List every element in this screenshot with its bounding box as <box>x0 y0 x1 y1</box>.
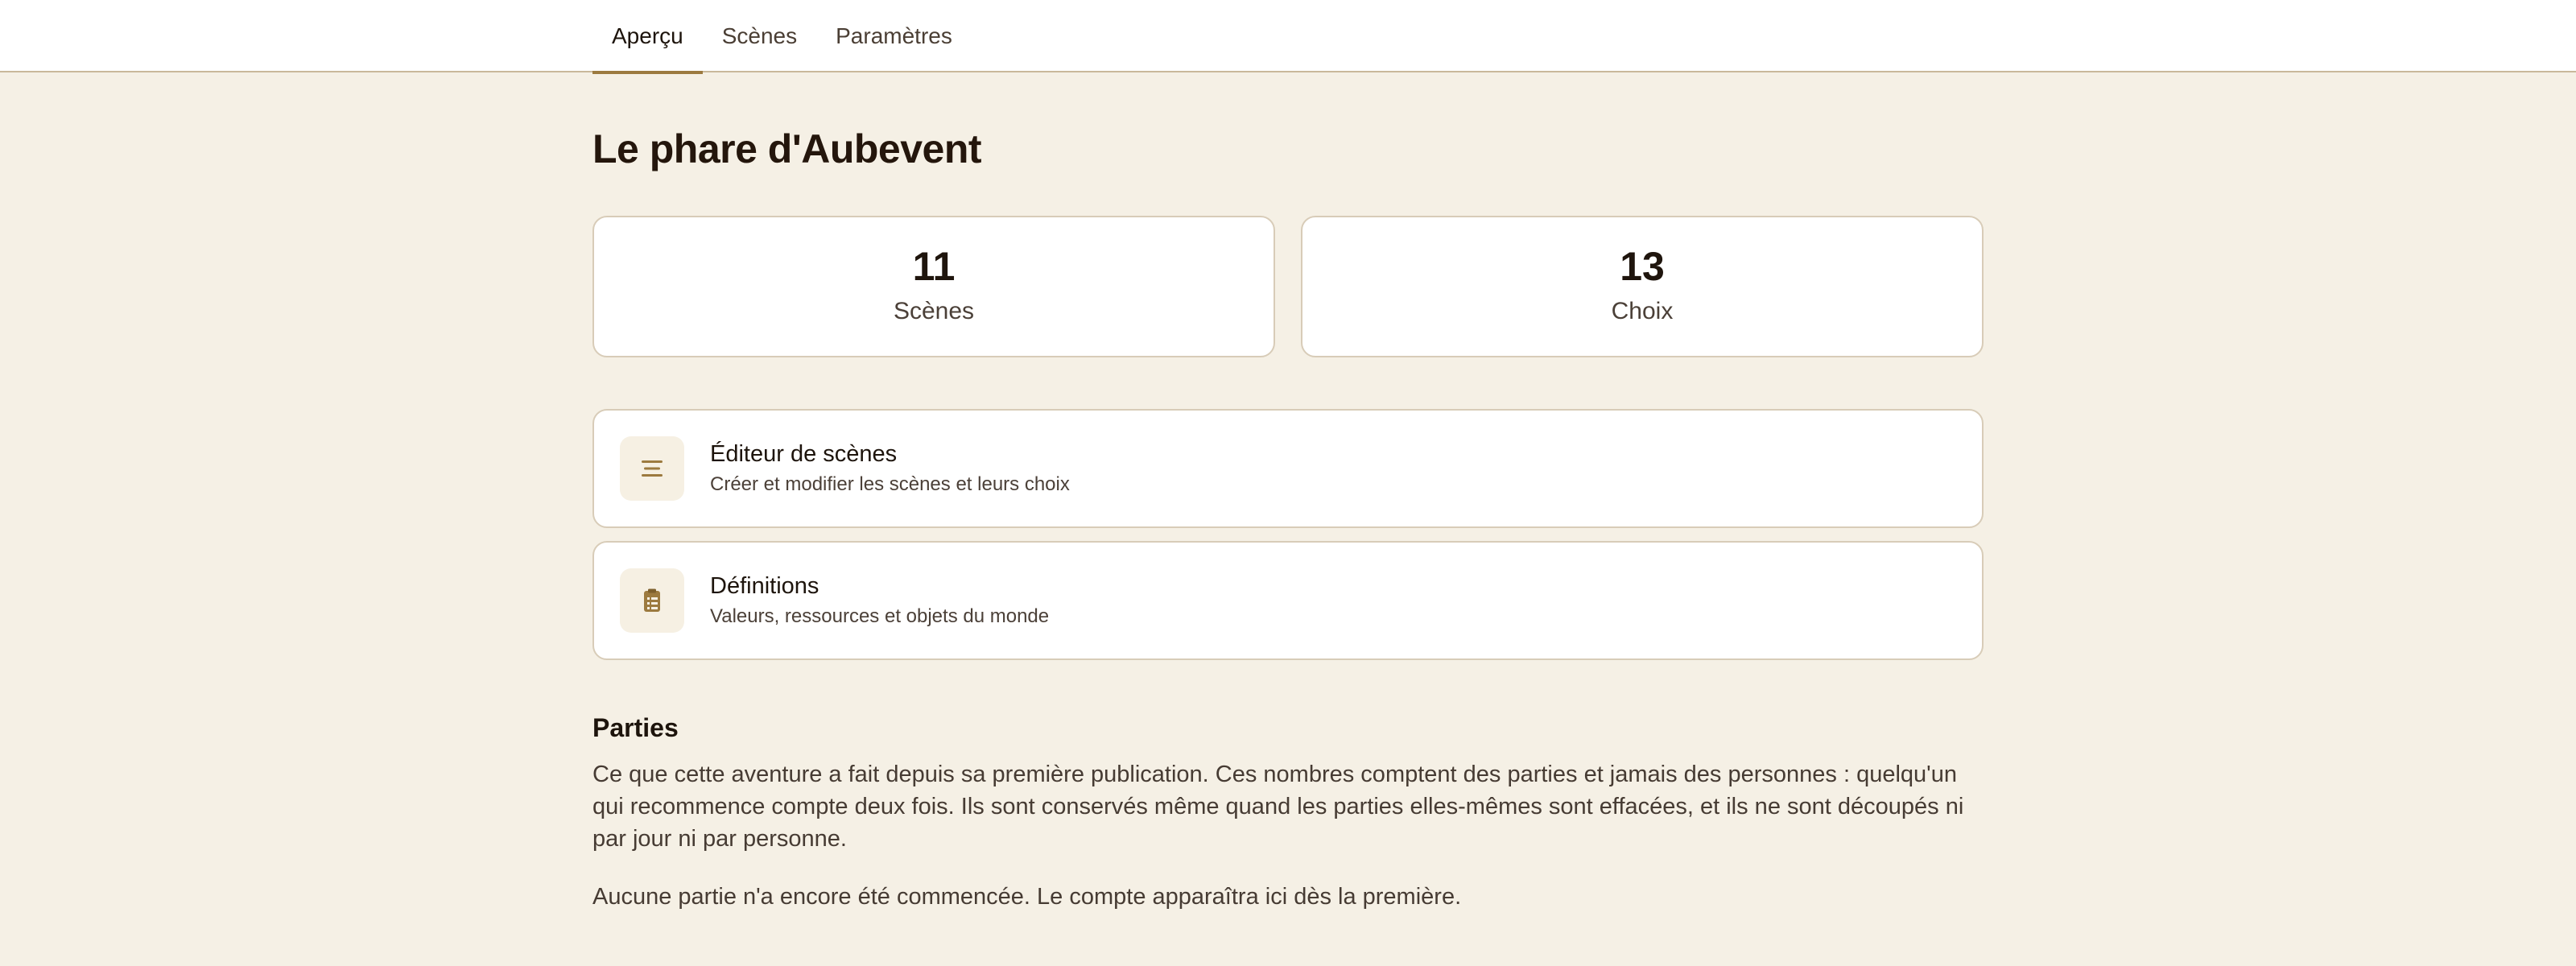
stat-scenes-count: 11 <box>912 244 956 289</box>
tab-parametres-label: Paramètres <box>836 23 952 48</box>
stat-scenes-label: Scènes <box>893 298 975 324</box>
tab-apercu-label: Aperçu <box>612 23 683 48</box>
stat-choix-count: 13 <box>1620 244 1665 289</box>
stat-card-choix: 13 Choix <box>1301 216 1984 357</box>
tab-list: Aperçu Scènes Paramètres <box>592 0 972 74</box>
plays-section-title: Parties <box>592 713 679 742</box>
top-navigation-bar: Aperçu Scènes Paramètres <box>0 0 2576 74</box>
scene-editor-subtitle: Créer et modifier les scènes et leurs ch… <box>710 473 1070 495</box>
definitions-title: Définitions <box>710 573 819 599</box>
clipboard-list-icon <box>620 568 684 633</box>
page-title: Le phare d'Aubevent <box>592 126 982 171</box>
stat-card-scenes: 11 Scènes <box>592 216 1275 357</box>
scene-editor-card[interactable]: Éditeur de scènes Créer et modifier les … <box>592 409 1984 528</box>
tab-scenes-label: Scènes <box>721 23 798 48</box>
tab-parametres[interactable]: Paramètres <box>816 0 972 72</box>
stat-choix-label: Choix <box>1611 298 1674 324</box>
scene-editor-title: Éditeur de scènes <box>710 441 898 467</box>
plays-empty-message: Aucune partie n'a encore été commencée. … <box>592 884 1462 910</box>
list-lines-icon <box>620 436 684 501</box>
plays-description: Ce que cette aventure a fait depuis sa p… <box>592 762 1964 852</box>
definitions-card[interactable]: Définitions Valeurs, ressources et objet… <box>592 541 1984 660</box>
definitions-subtitle: Valeurs, ressources et objets du monde <box>710 605 1050 627</box>
tab-apercu[interactable]: Aperçu <box>592 0 703 74</box>
tab-scenes[interactable]: Scènes <box>703 0 816 72</box>
